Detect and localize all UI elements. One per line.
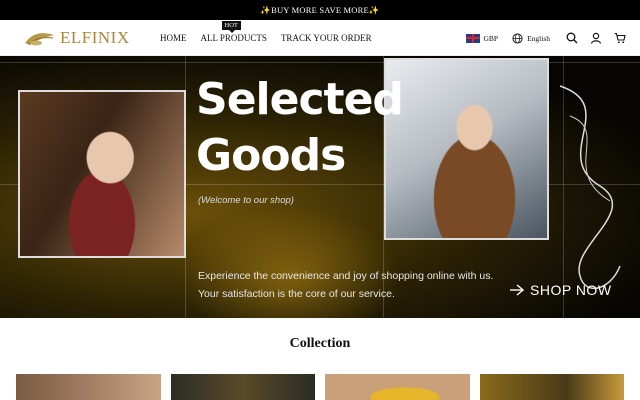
hero-title: Selected Goods [196, 72, 404, 184]
nav-home[interactable]: HOME [160, 33, 187, 43]
shop-now-button[interactable]: SHOP NOW [510, 282, 612, 298]
collection-tile[interactable] [16, 374, 161, 400]
hero-title-line-2: Goods [196, 130, 346, 181]
arrow-right-icon [510, 284, 524, 296]
model-photo-right [384, 58, 549, 240]
announcement-text: ✨BUY MORE SAVE MORE✨ [260, 4, 380, 15]
collection-tile[interactable] [479, 374, 624, 400]
hero-subtitle: (Welcome to our shop) [198, 195, 294, 206]
cart-icon[interactable] [614, 32, 626, 44]
announcement-bar: ✨BUY MORE SAVE MORE✨ [0, 0, 640, 20]
language-selector[interactable]: English [512, 32, 550, 44]
collection-grid [16, 374, 624, 400]
nav-all-products-label: ALL PRODUCTS [200, 33, 267, 43]
leaf-logo-icon [24, 29, 56, 47]
hero-title-line-1: Selected [196, 74, 404, 125]
hero-banner: Selected Goods (Welcome to our shop) Exp… [0, 56, 640, 318]
hot-badge: HOT [221, 21, 241, 33]
header-actions: GBP English [466, 20, 626, 56]
language-label: English [527, 33, 550, 43]
brand-name: ELFINIX [60, 28, 130, 47]
model-photo-left [18, 90, 186, 258]
uk-flag-icon [466, 33, 481, 43]
brand-logo[interactable]: ELFINIX [24, 28, 130, 48]
hero-description: Experience the convenience and joy of sh… [198, 270, 494, 300]
site-header: ELFINIX HOME HOT ALL PRODUCTS TRACK YOUR… [0, 20, 640, 56]
currency-label: GBP [483, 33, 499, 43]
nav-track-order[interactable]: TRACK YOUR ORDER [281, 33, 372, 43]
shop-now-label: SHOP NOW [530, 282, 612, 298]
account-icon[interactable] [590, 32, 602, 44]
decorative-swirl [559, 85, 621, 290]
collection-heading: Collection [289, 336, 351, 351]
globe-icon [512, 32, 523, 44]
search-icon[interactable] [566, 32, 578, 44]
main-nav: HOME HOT ALL PRODUCTS TRACK YOUR ORDER [160, 20, 372, 56]
collection-tile[interactable] [325, 374, 470, 400]
collection-tile[interactable] [170, 374, 315, 400]
currency-selector[interactable]: GBP [466, 33, 499, 43]
nav-all-products[interactable]: HOT ALL PRODUCTS [200, 21, 267, 43]
